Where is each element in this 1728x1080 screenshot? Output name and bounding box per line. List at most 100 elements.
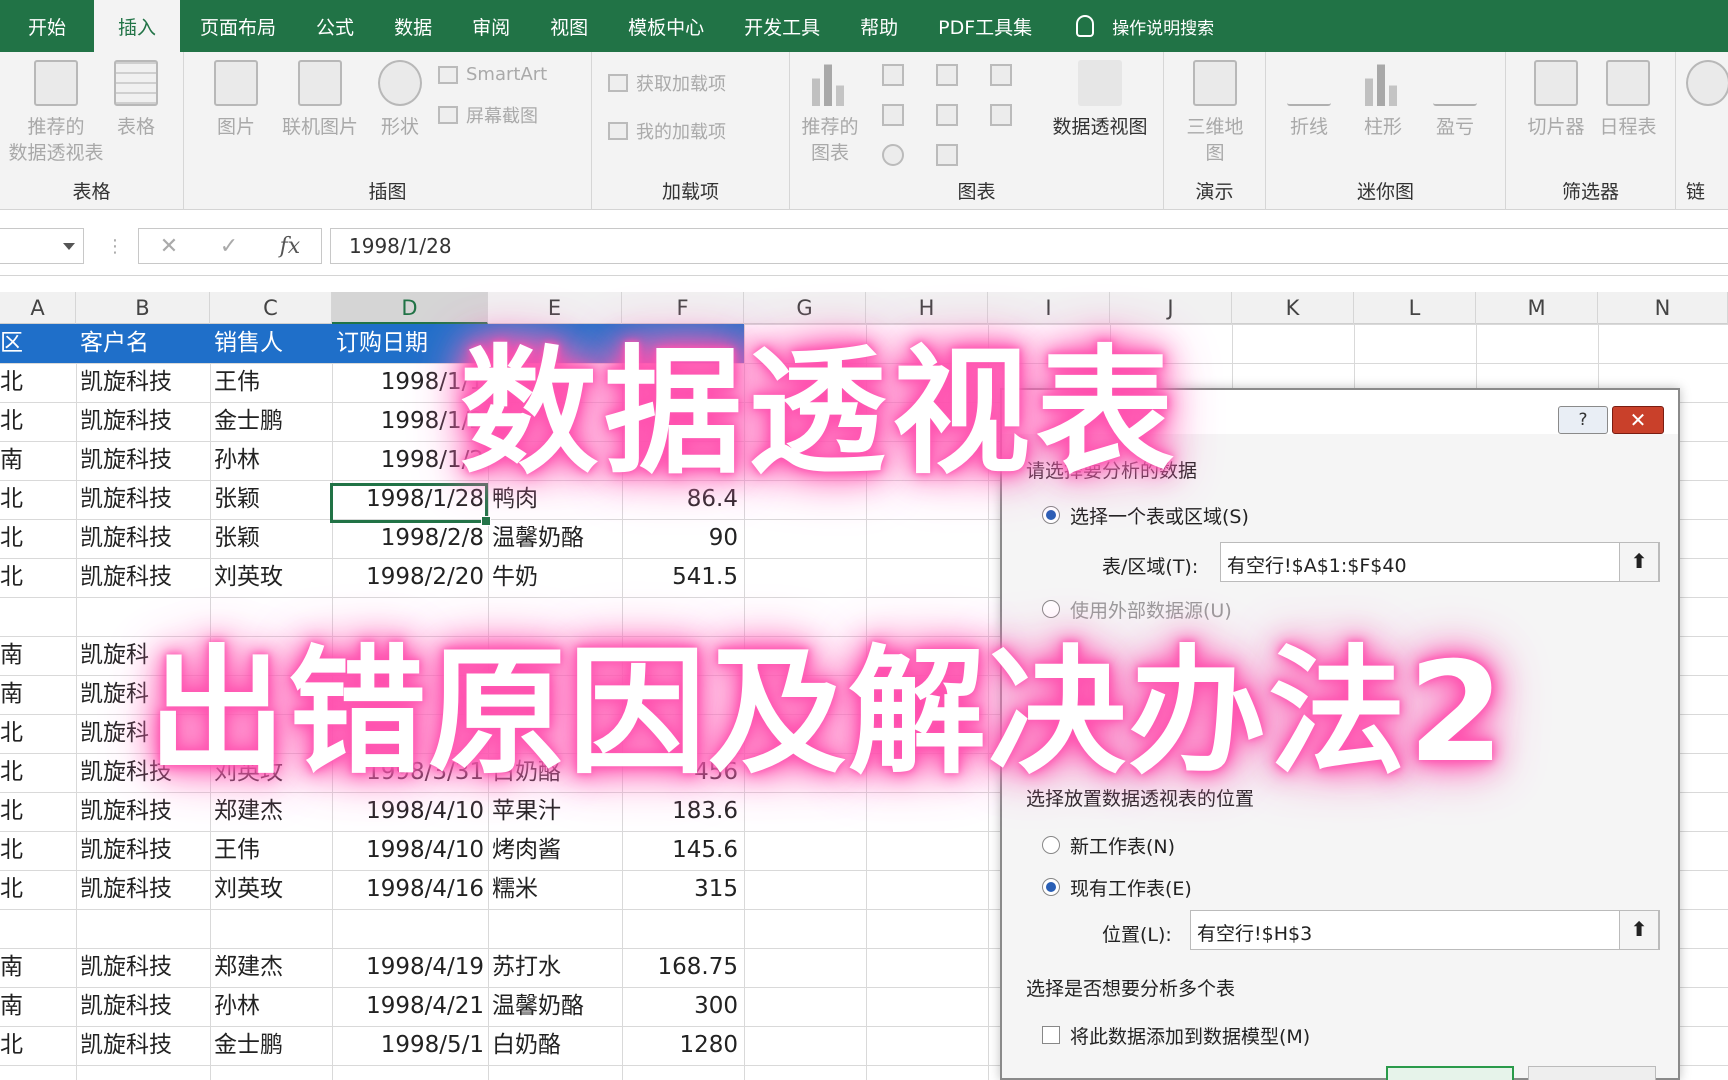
cell-customer[interactable]: 凯旋科技	[80, 987, 210, 1026]
collapse-dialog-icon[interactable]: ⬆	[1619, 542, 1659, 582]
cell-customer[interactable]	[80, 1065, 210, 1080]
tab-view[interactable]: 视图	[530, 0, 608, 52]
cell-customer[interactable]	[80, 909, 210, 948]
cancel-button[interactable]	[1528, 1066, 1656, 1080]
cell-salesperson[interactable]: 张颖	[214, 519, 332, 558]
tab-review[interactable]: 审阅	[452, 0, 530, 52]
cell-salesperson[interactable]: 孙林	[214, 441, 332, 480]
sparkline-line-button[interactable]: 折线	[1284, 60, 1334, 140]
cell-order-date[interactable]: 1998/4/10	[332, 831, 488, 870]
cell-salesperson[interactable]: 金士鹏	[214, 402, 332, 441]
cell-amount[interactable]: 168.75	[622, 948, 744, 987]
cell-customer[interactable]: 凯旋科技	[80, 1026, 210, 1065]
cell-order-date[interactable]: 1998/4/21	[332, 987, 488, 1026]
collapse-dialog-icon-2[interactable]: ⬆	[1619, 910, 1659, 950]
screenshot-button[interactable]: 屏幕截图	[438, 102, 538, 128]
header-cell-customer[interactable]: 客户名	[80, 324, 210, 363]
statistic-chart-icon[interactable]	[936, 104, 958, 126]
col-header-m[interactable]: M	[1476, 292, 1598, 324]
cell-customer[interactable]: 凯旋科技	[80, 402, 210, 441]
cell-product[interactable]: 牛奶	[492, 558, 622, 597]
cell-salesperson[interactable]: 张颖	[214, 480, 332, 519]
cell-amount[interactable]: 145.6	[622, 831, 744, 870]
radio-new-worksheet-label[interactable]: 新工作表(N)	[1070, 832, 1175, 859]
cell-salesperson[interactable]: 郑建杰	[214, 948, 332, 987]
formula-input[interactable]: 1998/1/28	[330, 228, 1728, 264]
cell-product[interactable]	[492, 909, 622, 948]
online-pictures-button[interactable]: 联机图片	[272, 60, 368, 140]
cell-customer[interactable]: 凯旋科技	[80, 441, 210, 480]
cell-order-date[interactable]: 1998/4/19	[332, 948, 488, 987]
hierarchy-chart-icon[interactable]	[936, 64, 958, 86]
cell-amount[interactable]: 541.5	[622, 558, 744, 597]
radio-select-table-label[interactable]: 选择一个表或区域(S)	[1070, 502, 1249, 529]
my-addins-button[interactable]: 我的加载项	[608, 118, 726, 144]
cell-region[interactable]: 北	[0, 1026, 76, 1065]
cell-amount[interactable]: 300	[622, 987, 744, 1026]
cell-amount[interactable]	[622, 1065, 744, 1080]
cell-customer[interactable]: 凯旋科技	[80, 480, 210, 519]
cell-amount[interactable]: 1280	[622, 1026, 744, 1065]
help-button[interactable]: ?	[1558, 406, 1608, 434]
col-header-a[interactable]: A	[0, 292, 76, 324]
cell-order-date[interactable]: 1998/5/1	[332, 1026, 488, 1065]
line-chart-icon[interactable]	[882, 104, 904, 126]
cell-order-date[interactable]: 1998/2/20	[332, 558, 488, 597]
insert-function-icon[interactable]: fx	[280, 234, 301, 259]
cell-region[interactable]: 北	[0, 519, 76, 558]
cell-customer[interactable]: 凯旋科技	[80, 948, 210, 987]
cell-region[interactable]: 北	[0, 480, 76, 519]
cell-amount[interactable]	[622, 909, 744, 948]
cell-customer[interactable]: 凯旋科技	[80, 519, 210, 558]
cell-product[interactable]	[492, 1065, 622, 1080]
cell-product[interactable]: 苏打水	[492, 948, 622, 987]
cell-region[interactable]	[0, 1065, 76, 1080]
sparkline-column-button[interactable]: 柱形	[1358, 60, 1408, 140]
combo-chart-icon[interactable]	[990, 104, 1012, 126]
cell-region[interactable]: 南	[0, 948, 76, 987]
cell-customer[interactable]: 凯旋科技	[80, 831, 210, 870]
cell-region[interactable]: 北	[0, 363, 76, 402]
link-button[interactable]	[1686, 60, 1728, 114]
cell-salesperson[interactable]: 王伟	[214, 363, 332, 402]
cell-region[interactable]: 北	[0, 753, 76, 792]
pie-chart-icon[interactable]	[882, 144, 904, 166]
cell-region[interactable]: 南	[0, 636, 76, 675]
cell-region[interactable]: 北	[0, 402, 76, 441]
shapes-button[interactable]: 形状	[370, 60, 430, 140]
cell-amount[interactable]: 315	[622, 870, 744, 909]
cell-region[interactable]: 南	[0, 675, 76, 714]
pictures-button[interactable]: 图片	[206, 60, 266, 140]
col-header-n[interactable]: N	[1598, 292, 1728, 324]
cell-region[interactable]: 北	[0, 558, 76, 597]
cell-product[interactable]: 白奶酪	[492, 1026, 622, 1065]
cell-order-date[interactable]: 1998/2/8	[332, 519, 488, 558]
col-header-b[interactable]: B	[76, 292, 210, 324]
radio-existing-worksheet[interactable]	[1042, 878, 1060, 896]
radio-existing-worksheet-label[interactable]: 现有工作表(E)	[1070, 874, 1192, 901]
cell-salesperson[interactable]	[214, 1065, 332, 1080]
tab-formulas[interactable]: 公式	[296, 0, 374, 52]
table-button[interactable]: 表格	[108, 60, 164, 140]
drag-handle-icon[interactable]: ⋮	[106, 236, 124, 257]
cell-region[interactable]	[0, 597, 76, 636]
cell-customer[interactable]: 凯旋科技	[80, 558, 210, 597]
scatter-chart-icon[interactable]	[936, 144, 958, 166]
cancel-icon[interactable]: ✕	[160, 234, 178, 259]
col-header-c[interactable]: C	[210, 292, 332, 324]
cell-region[interactable]: 北	[0, 714, 76, 753]
slicer-button[interactable]: 切片器	[1524, 60, 1588, 140]
tab-page-layout[interactable]: 页面布局	[180, 0, 296, 52]
range-input[interactable]: 有空行!$A$1:$F$40 ⬆	[1220, 542, 1660, 582]
ok-button[interactable]	[1386, 1066, 1514, 1080]
smartart-button[interactable]: SmartArt	[438, 64, 547, 85]
header-cell-salesperson[interactable]: 销售人	[214, 324, 332, 363]
name-box[interactable]	[0, 228, 84, 264]
cell-salesperson[interactable]: 刘英玫	[214, 870, 332, 909]
cell-region[interactable]	[0, 909, 76, 948]
cell-region[interactable]: 南	[0, 441, 76, 480]
get-addins-button[interactable]: 获取加载项	[608, 70, 726, 96]
col-header-l[interactable]: L	[1354, 292, 1476, 324]
tab-insert[interactable]: 插入	[94, 0, 181, 52]
tab-developer[interactable]: 开发工具	[724, 0, 840, 52]
